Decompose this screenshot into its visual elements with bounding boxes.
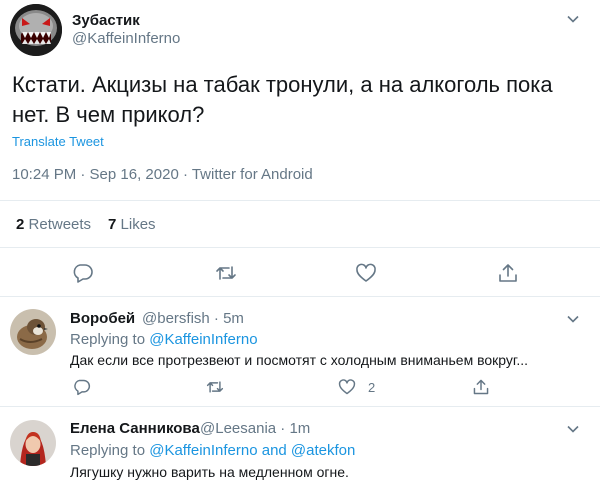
retweet-icon[interactable] — [206, 378, 224, 396]
like-icon[interactable] — [355, 262, 377, 284]
replying-prefix: Replying to — [70, 331, 150, 348]
display-name-text: Елена Санникова — [70, 420, 200, 437]
display-name-text: Воробей — [70, 310, 136, 327]
like-icon[interactable] — [338, 378, 356, 396]
likes-label: Likes — [120, 216, 156, 233]
chevron-down-icon[interactable] — [566, 312, 580, 326]
retweet-icon[interactable] — [215, 262, 237, 284]
tweet-text-line: Кстати. Акцизы на табак тронули, а на ал… — [12, 72, 553, 97]
main-tweet: Зубастик @KaffeinInferno Кстати. Акцизы … — [0, 0, 600, 297]
tweet-timestamp[interactable]: 10:24 PM · Sep 16, 2020 · Twitter for An… — [12, 166, 313, 183]
tweet-actions — [0, 262, 600, 286]
reply-tweet[interactable]: Елена Санникова @Leesania · 1m Replying … — [0, 407, 600, 488]
display-name[interactable]: Воробей — [70, 310, 135, 327]
tweet-text-line: нет. В чем прикол? — [12, 102, 205, 127]
avatar[interactable] — [10, 4, 62, 56]
retweets-label: Retweets — [28, 216, 92, 233]
replying-prefix: Replying to — [70, 442, 150, 459]
likes-stat[interactable]: 7 Likes — [108, 216, 156, 233]
reply-icon[interactable] — [72, 262, 94, 284]
like-count: 2 — [368, 380, 376, 395]
display-name[interactable]: Зубастик — [72, 12, 140, 29]
tweet-stats: 2 Retweets 7 Likes — [0, 200, 600, 248]
chevron-down-icon[interactable] — [566, 422, 580, 436]
share-icon[interactable] — [497, 262, 519, 284]
share-icon[interactable] — [472, 378, 490, 396]
translate-link[interactable]: Translate Tweet — [12, 134, 104, 149]
chevron-down-icon[interactable] — [566, 12, 580, 26]
replying-to: Replying to @KaffeinInferno — [70, 331, 258, 348]
user-handle[interactable]: @KaffeinInferno — [72, 30, 180, 47]
reply-tweet[interactable]: Воробей @bersfish · 5m Replying to @Kaff… — [0, 297, 600, 407]
tweet-text: Кстати. Акцизы на табак тронули, а на ал… — [12, 70, 588, 130]
retweets-stat[interactable]: 2 Retweets — [16, 216, 91, 233]
replying-to: Replying to @KaffeinInferno and @atekfon — [70, 442, 355, 459]
avatar[interactable] — [10, 309, 56, 355]
user-handle[interactable]: @bersfish · 5m — [142, 310, 244, 327]
mention-link[interactable]: @KaffeinInferno and @atekfon — [149, 442, 355, 459]
reply-text: Дак если все протрезвеют и посмотят с хо… — [70, 352, 528, 368]
reply-icon[interactable] — [73, 378, 91, 396]
reply-text: Лягушку нужно варить на медленном огне. — [70, 464, 349, 480]
user-handle[interactable]: @Leesania · 1m — [200, 420, 310, 437]
display-name[interactable]: Елена Санникова — [70, 420, 200, 437]
avatar[interactable] — [10, 420, 56, 466]
likes-count: 7 — [108, 216, 117, 233]
retweets-count: 2 — [16, 216, 25, 233]
mention-link[interactable]: @KaffeinInferno — [149, 331, 257, 348]
